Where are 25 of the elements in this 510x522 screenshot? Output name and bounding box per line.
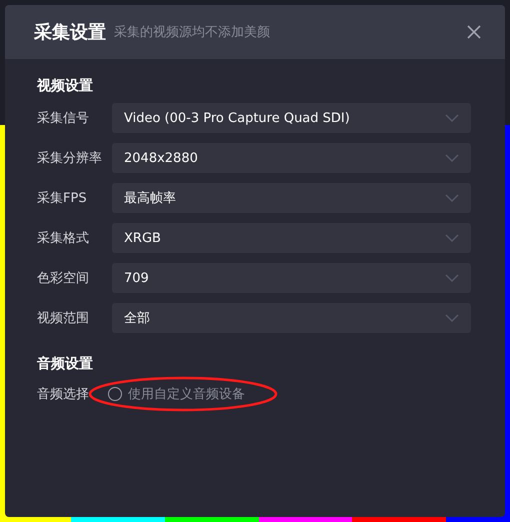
dialog-title: 采集设置 bbox=[34, 21, 106, 44]
section-heading: 音频设置 bbox=[37, 355, 94, 373]
field-label: 音频选择 bbox=[37, 386, 90, 403]
chevron-down-icon bbox=[445, 274, 459, 282]
chevron-down-icon bbox=[445, 194, 459, 202]
dropdown[interactable]: 2048x2880 bbox=[112, 143, 471, 173]
chevron-down-icon bbox=[445, 314, 459, 322]
field-label: 采集信号 bbox=[37, 110, 90, 127]
dropdown[interactable]: Video (00-3 Pro Capture Quad SDI) bbox=[112, 103, 471, 133]
dropdown[interactable]: 全部 bbox=[112, 303, 471, 333]
chevron-down-icon bbox=[445, 114, 459, 122]
field-label: 色彩空间 bbox=[37, 270, 90, 287]
field-label: 视频范围 bbox=[37, 310, 90, 327]
chevron-down-icon bbox=[445, 234, 459, 242]
section-heading: 视频设置 bbox=[37, 77, 94, 95]
close-button[interactable] bbox=[467, 25, 481, 39]
dialog-subtitle: 采集的视频源均不添加美颜 bbox=[114, 24, 271, 41]
dropdown[interactable]: 709 bbox=[112, 263, 471, 293]
field-label: 采集分辨率 bbox=[37, 150, 103, 167]
dropdown[interactable]: XRGB bbox=[112, 223, 471, 253]
field-label: 采集FPS bbox=[37, 190, 88, 207]
chevron-down-icon bbox=[445, 154, 459, 162]
field-label: 采集格式 bbox=[37, 230, 90, 247]
dropdown[interactable]: 最高帧率 bbox=[112, 183, 471, 213]
close-icon bbox=[467, 25, 481, 39]
